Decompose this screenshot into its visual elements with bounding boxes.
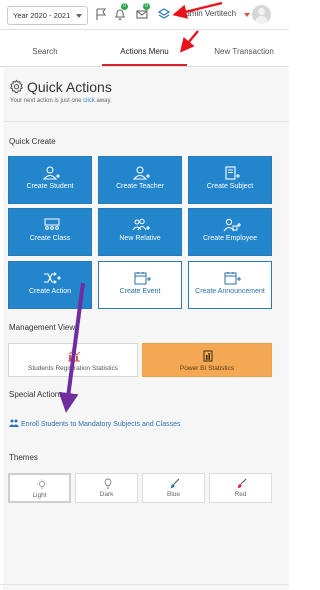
brush-icon	[171, 478, 180, 488]
layers-icon[interactable]	[157, 7, 171, 21]
create-event-button[interactable]: Create Event	[98, 261, 182, 309]
new-relative-label: New Relative	[119, 235, 161, 242]
students-registration-statistics-label: Students Registration Statistics	[28, 365, 118, 372]
create-class-label: Create Class	[29, 235, 71, 242]
gear-icon	[9, 79, 24, 94]
brush-icon	[238, 478, 247, 488]
subtitle-prefix: Your next action is just one	[10, 98, 84, 104]
management-views-label: Management Views	[9, 323, 80, 332]
year-select[interactable]: Year 2020 - 2021	[7, 6, 88, 25]
user-lock-plus-icon	[223, 218, 241, 232]
quick-actions-title: Quick Actions	[9, 79, 112, 95]
year-select-value: Year 2020 - 2021	[13, 11, 71, 20]
themes-label: Themes	[9, 453, 38, 462]
subtitle-link[interactable]: click	[83, 98, 95, 104]
user-plus-icon	[132, 166, 150, 180]
chevron-down-icon	[76, 14, 82, 18]
theme-light-label: Light	[32, 492, 47, 499]
create-subject-label: Create Subject	[206, 183, 254, 190]
messages-badge: 0	[143, 3, 150, 10]
quick-create-label: Quick Create	[9, 137, 56, 146]
create-announcement-label: Create Announcement	[195, 288, 265, 295]
user-name[interactable]: Admin Vertitech	[180, 9, 236, 18]
users-icon	[9, 419, 19, 427]
create-employee-button[interactable]: Create Employee	[188, 208, 272, 256]
create-action-button[interactable]: Create Action	[8, 261, 92, 309]
theme-dark-button[interactable]: Dark	[75, 473, 138, 503]
tab-bar: Search Actions Menu New Transaction	[0, 41, 289, 67]
create-announcement-button[interactable]: Create Announcement	[188, 261, 272, 309]
students-registration-statistics-button[interactable]: Students Registration Statistics	[8, 343, 138, 377]
power-bi-statistics-button[interactable]: Power BI Statistics	[142, 343, 272, 377]
notifications-badge: 0	[121, 3, 128, 10]
top-bar: Year 2020 - 2021 0 0 Admin Vertitech	[0, 0, 289, 30]
quick-actions-title-text: Quick Actions	[27, 79, 112, 95]
new-relative-button[interactable]: New Relative	[98, 208, 182, 256]
power-bi-icon	[203, 350, 213, 362]
create-event-label: Create Event	[119, 288, 161, 295]
lightbulb-off-icon	[104, 478, 112, 489]
lightbulb-icon	[37, 479, 47, 489]
avatar[interactable]	[252, 5, 271, 24]
calendar-plus-icon	[224, 272, 241, 285]
quick-actions-subtitle: Your next action is just one click away.	[10, 98, 112, 104]
tab-new-transaction[interactable]: New Transaction	[199, 41, 289, 66]
class-group-icon	[44, 218, 60, 230]
enroll-students-link[interactable]: Enroll Students to Mandatory Subjects an…	[9, 419, 181, 428]
create-teacher-label: Create Teacher	[116, 183, 164, 190]
book-plus-icon	[225, 166, 240, 180]
theme-red-button[interactable]: Red	[209, 473, 272, 503]
special-actions-label: Special Actions	[9, 390, 64, 399]
divider	[3, 121, 289, 122]
enroll-students-text: Enroll Students to Mandatory Subjects an…	[21, 421, 181, 428]
create-teacher-button[interactable]: Create Teacher	[98, 156, 182, 204]
create-student-button[interactable]: Create Student	[8, 156, 92, 204]
tab-search[interactable]: Search	[0, 41, 90, 66]
theme-blue-label: Blue	[166, 491, 180, 498]
divider	[0, 584, 289, 585]
power-bi-statistics-label: Power BI Statistics	[179, 365, 235, 372]
tab-actions-menu[interactable]: Actions Menu	[101, 41, 188, 66]
bar-chart-icon	[68, 350, 81, 362]
create-subject-button[interactable]: Create Subject	[188, 156, 272, 204]
shuffle-plus-icon	[44, 272, 61, 284]
create-employee-label: Create Employee	[202, 235, 258, 242]
theme-blue-button[interactable]: Blue	[142, 473, 205, 503]
create-class-button[interactable]: Create Class	[8, 208, 92, 256]
user-menu-caret-icon[interactable]	[244, 13, 250, 17]
user-plus-icon	[42, 166, 60, 180]
create-action-label: Create Action	[28, 288, 72, 295]
users-plus-icon	[132, 218, 150, 231]
subtitle-suffix: away.	[94, 98, 112, 104]
theme-red-label: Red	[234, 491, 247, 498]
theme-dark-label: Dark	[99, 491, 114, 498]
create-student-label: Create Student	[26, 183, 74, 190]
flag-icon[interactable]	[94, 7, 108, 21]
calendar-plus-icon	[134, 272, 151, 285]
theme-light-button[interactable]: Light	[8, 473, 71, 503]
